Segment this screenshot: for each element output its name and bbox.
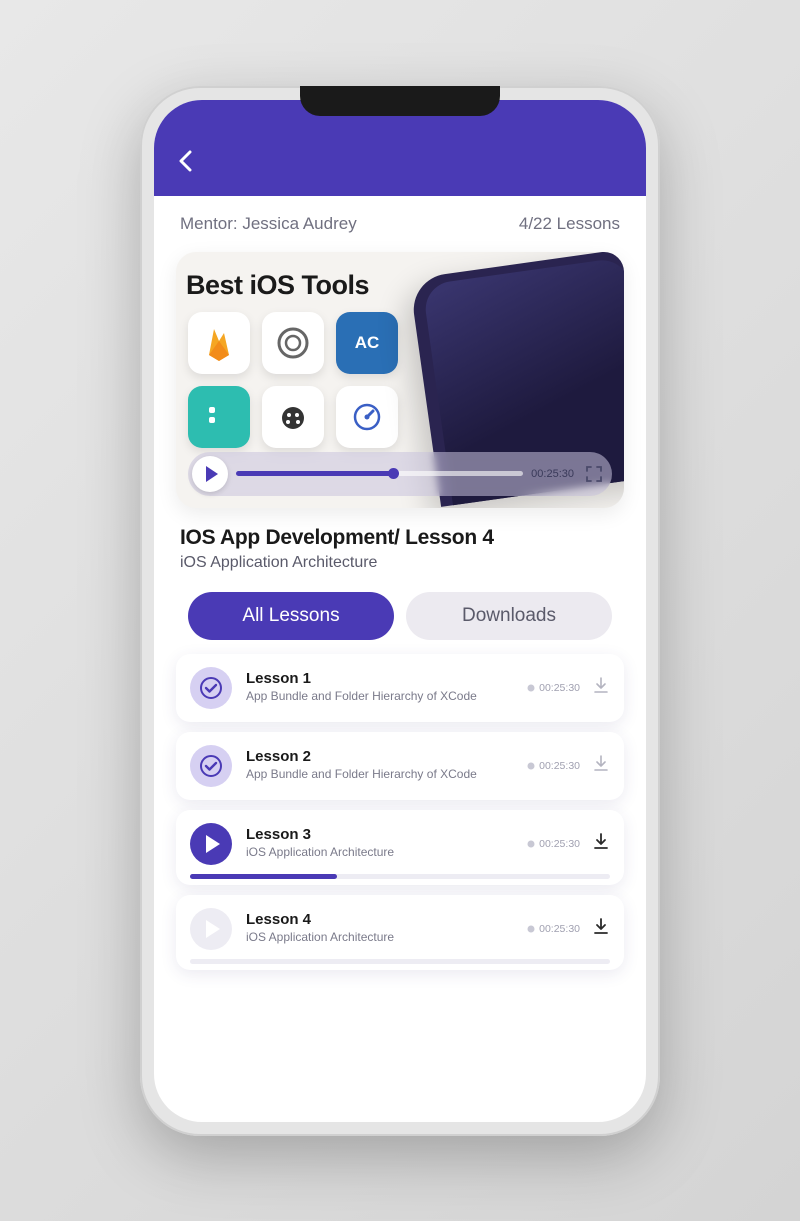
tab-downloads[interactable]: Downloads [406, 592, 612, 640]
lesson-desc: iOS Application Architecture [246, 930, 513, 946]
chevron-left-icon [178, 150, 192, 172]
circle-app-icon [262, 312, 324, 374]
course-title-block: IOS App Development/ Lesson 4 iOS Applic… [154, 508, 646, 576]
tabs: All Lessons Downloads [154, 576, 646, 654]
lesson-desc: App Bundle and Folder Hierarchy of XCode [246, 767, 513, 783]
phone-notch [300, 86, 500, 116]
lesson-body: Lesson 4 iOS Application Architecture [246, 911, 513, 946]
play-icon [206, 835, 220, 853]
teal-app-icon [188, 386, 250, 448]
video-scrubber[interactable] [236, 471, 523, 476]
info-row: Mentor: Jessica Audrey 4/22 Lessons [154, 196, 646, 248]
download-button[interactable] [592, 917, 610, 940]
dot-icon [527, 684, 535, 692]
lesson-item[interactable]: Lesson 1 App Bundle and Folder Hierarchy… [176, 654, 624, 722]
hero-title: Best iOS Tools [186, 270, 369, 301]
lesson-body: Lesson 3 iOS Application Architecture [246, 826, 513, 861]
phone-screen: Mentor: Jessica Audrey 4/22 Lessons Best… [154, 100, 646, 1122]
lesson-status-done-icon [190, 667, 232, 709]
dot-icon [527, 840, 535, 848]
lesson-status-idle-icon [190, 908, 232, 950]
lesson-title: Lesson 4 [246, 911, 513, 928]
lesson-body: Lesson 1 App Bundle and Folder Hierarchy… [246, 670, 513, 705]
download-button[interactable] [592, 676, 610, 699]
lesson-title: Lesson 3 [246, 826, 513, 843]
course-subtitle: iOS Application Architecture [180, 554, 620, 572]
video-player-bar: 00:25:30 [188, 452, 612, 496]
lesson-duration: 00:25:30 [527, 838, 580, 850]
lesson-duration: 00:25:30 [527, 923, 580, 935]
firebase-icon [188, 312, 250, 374]
lesson-title: Lesson 2 [246, 748, 513, 765]
lesson-progress-bar [190, 874, 610, 879]
lesson-title: Lesson 1 [246, 670, 513, 687]
back-button[interactable] [178, 150, 192, 178]
hero-icon-grid: AC [188, 312, 448, 448]
speedometer-icon [336, 386, 398, 448]
lesson-duration: 00:25:30 [527, 682, 580, 694]
download-button[interactable] [592, 754, 610, 777]
lesson-item[interactable]: Lesson 2 App Bundle and Folder Hierarchy… [176, 732, 624, 800]
lesson-list: Lesson 1 App Bundle and Folder Hierarchy… [154, 654, 646, 970]
play-button[interactable] [192, 456, 228, 492]
dot-icon [527, 762, 535, 770]
lesson-duration: 00:25:30 [527, 760, 580, 772]
tab-all-lessons[interactable]: All Lessons [188, 592, 394, 640]
lesson-progress-label: 4/22 Lessons [519, 214, 620, 234]
video-time: 00:25:30 [531, 468, 574, 480]
lesson-status-done-icon [190, 745, 232, 787]
video-hero[interactable]: Best iOS Tools AC [176, 252, 624, 508]
appcode-icon: AC [336, 312, 398, 374]
phone-frame: Mentor: Jessica Audrey 4/22 Lessons Best… [140, 86, 660, 1136]
lesson-desc: iOS Application Architecture [246, 845, 513, 861]
play-icon [206, 920, 220, 938]
play-icon [206, 466, 218, 482]
lesson-item[interactable]: Lesson 4 iOS Application Architecture 00… [176, 895, 624, 970]
video-scrubber-fill [236, 471, 394, 476]
mentor-label: Mentor: Jessica Audrey [180, 214, 357, 234]
dot-icon [527, 925, 535, 933]
download-button[interactable] [592, 832, 610, 855]
lesson-desc: App Bundle and Folder Hierarchy of XCode [246, 689, 513, 705]
lesson-item[interactable]: Lesson 3 iOS Application Architecture 00… [176, 810, 624, 885]
lesson-progress-bar [190, 959, 610, 964]
lesson-status-playing-icon [190, 823, 232, 865]
course-title: IOS App Development/ Lesson 4 [180, 526, 620, 550]
lesson-progress-fill [190, 874, 337, 879]
lesson-body: Lesson 2 App Bundle and Folder Hierarchy… [246, 748, 513, 783]
ladybug-icon [262, 386, 324, 448]
fullscreen-icon[interactable] [586, 466, 602, 482]
